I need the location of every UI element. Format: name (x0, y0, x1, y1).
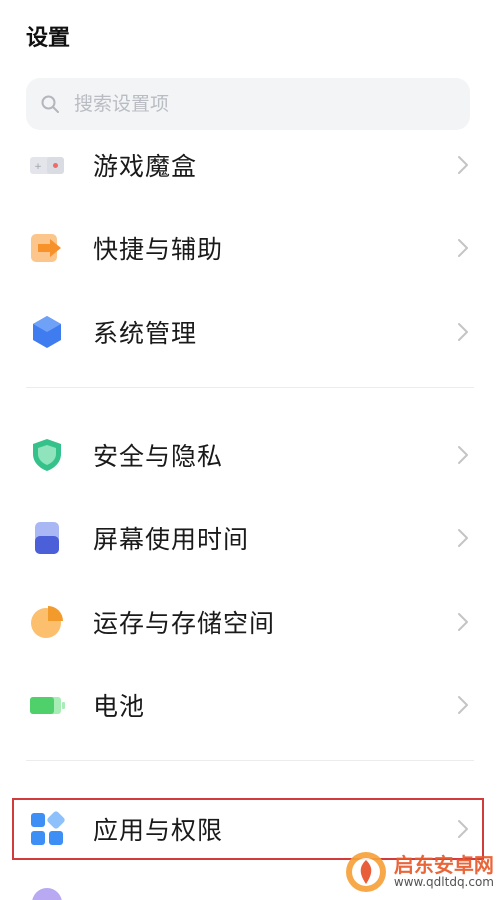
chevron-right-icon (458, 446, 468, 464)
settings-item-game-box[interactable]: + 游戏魔盒 (0, 130, 500, 200)
settings-item-label: 电池 (93, 692, 146, 721)
settings-item-screen-time[interactable]: 屏幕使用时间 (0, 503, 500, 573)
shield-icon (33, 439, 61, 471)
settings-item-label: 快捷与辅助 (93, 235, 224, 264)
section-divider (26, 760, 474, 761)
screen-time-icon (35, 522, 59, 554)
watermark-url: www.qdltdq.com (393, 875, 494, 890)
chevron-right-icon (458, 323, 468, 341)
settings-item-label: 系统管理 (93, 319, 198, 348)
page-title: 设置 (26, 26, 71, 51)
partial-item-icon (32, 888, 62, 900)
search-icon (41, 95, 59, 113)
shortcut-arrow-icon (31, 234, 61, 262)
settings-item-label: 运存与存储空间 (93, 609, 276, 638)
hexagon-icon (33, 316, 61, 348)
svg-text:+: + (34, 162, 42, 172)
settings-item-system[interactable]: 系统管理 (0, 297, 500, 367)
chevron-right-icon (458, 239, 468, 257)
search-input[interactable] (72, 92, 436, 116)
battery-icon (30, 697, 65, 714)
settings-item-storage[interactable]: 运存与存储空间 (0, 587, 500, 657)
watermark-logo-icon (345, 852, 386, 892)
chevron-right-icon (458, 529, 468, 547)
settings-item-battery[interactable]: 电池 (0, 670, 500, 740)
search-bar[interactable] (26, 78, 470, 130)
settings-item-label: 游戏魔盒 (93, 152, 198, 181)
settings-item-label: 屏幕使用时间 (93, 525, 250, 554)
settings-item-label: 安全与隐私 (93, 442, 224, 471)
chevron-right-icon (458, 696, 468, 714)
section-divider (26, 387, 474, 388)
game-box-icon: + (30, 157, 64, 174)
watermark-title: 启东安卓网 (393, 853, 494, 878)
chevron-right-icon (458, 613, 468, 631)
pie-chart-icon (31, 606, 63, 638)
watermark: 启东安卓网 www.qdltdq.com (344, 850, 494, 894)
settings-item-security[interactable]: 安全与隐私 (0, 420, 500, 490)
settings-item-shortcuts[interactable]: 快捷与辅助 (0, 213, 500, 283)
chevron-right-icon (458, 156, 468, 174)
